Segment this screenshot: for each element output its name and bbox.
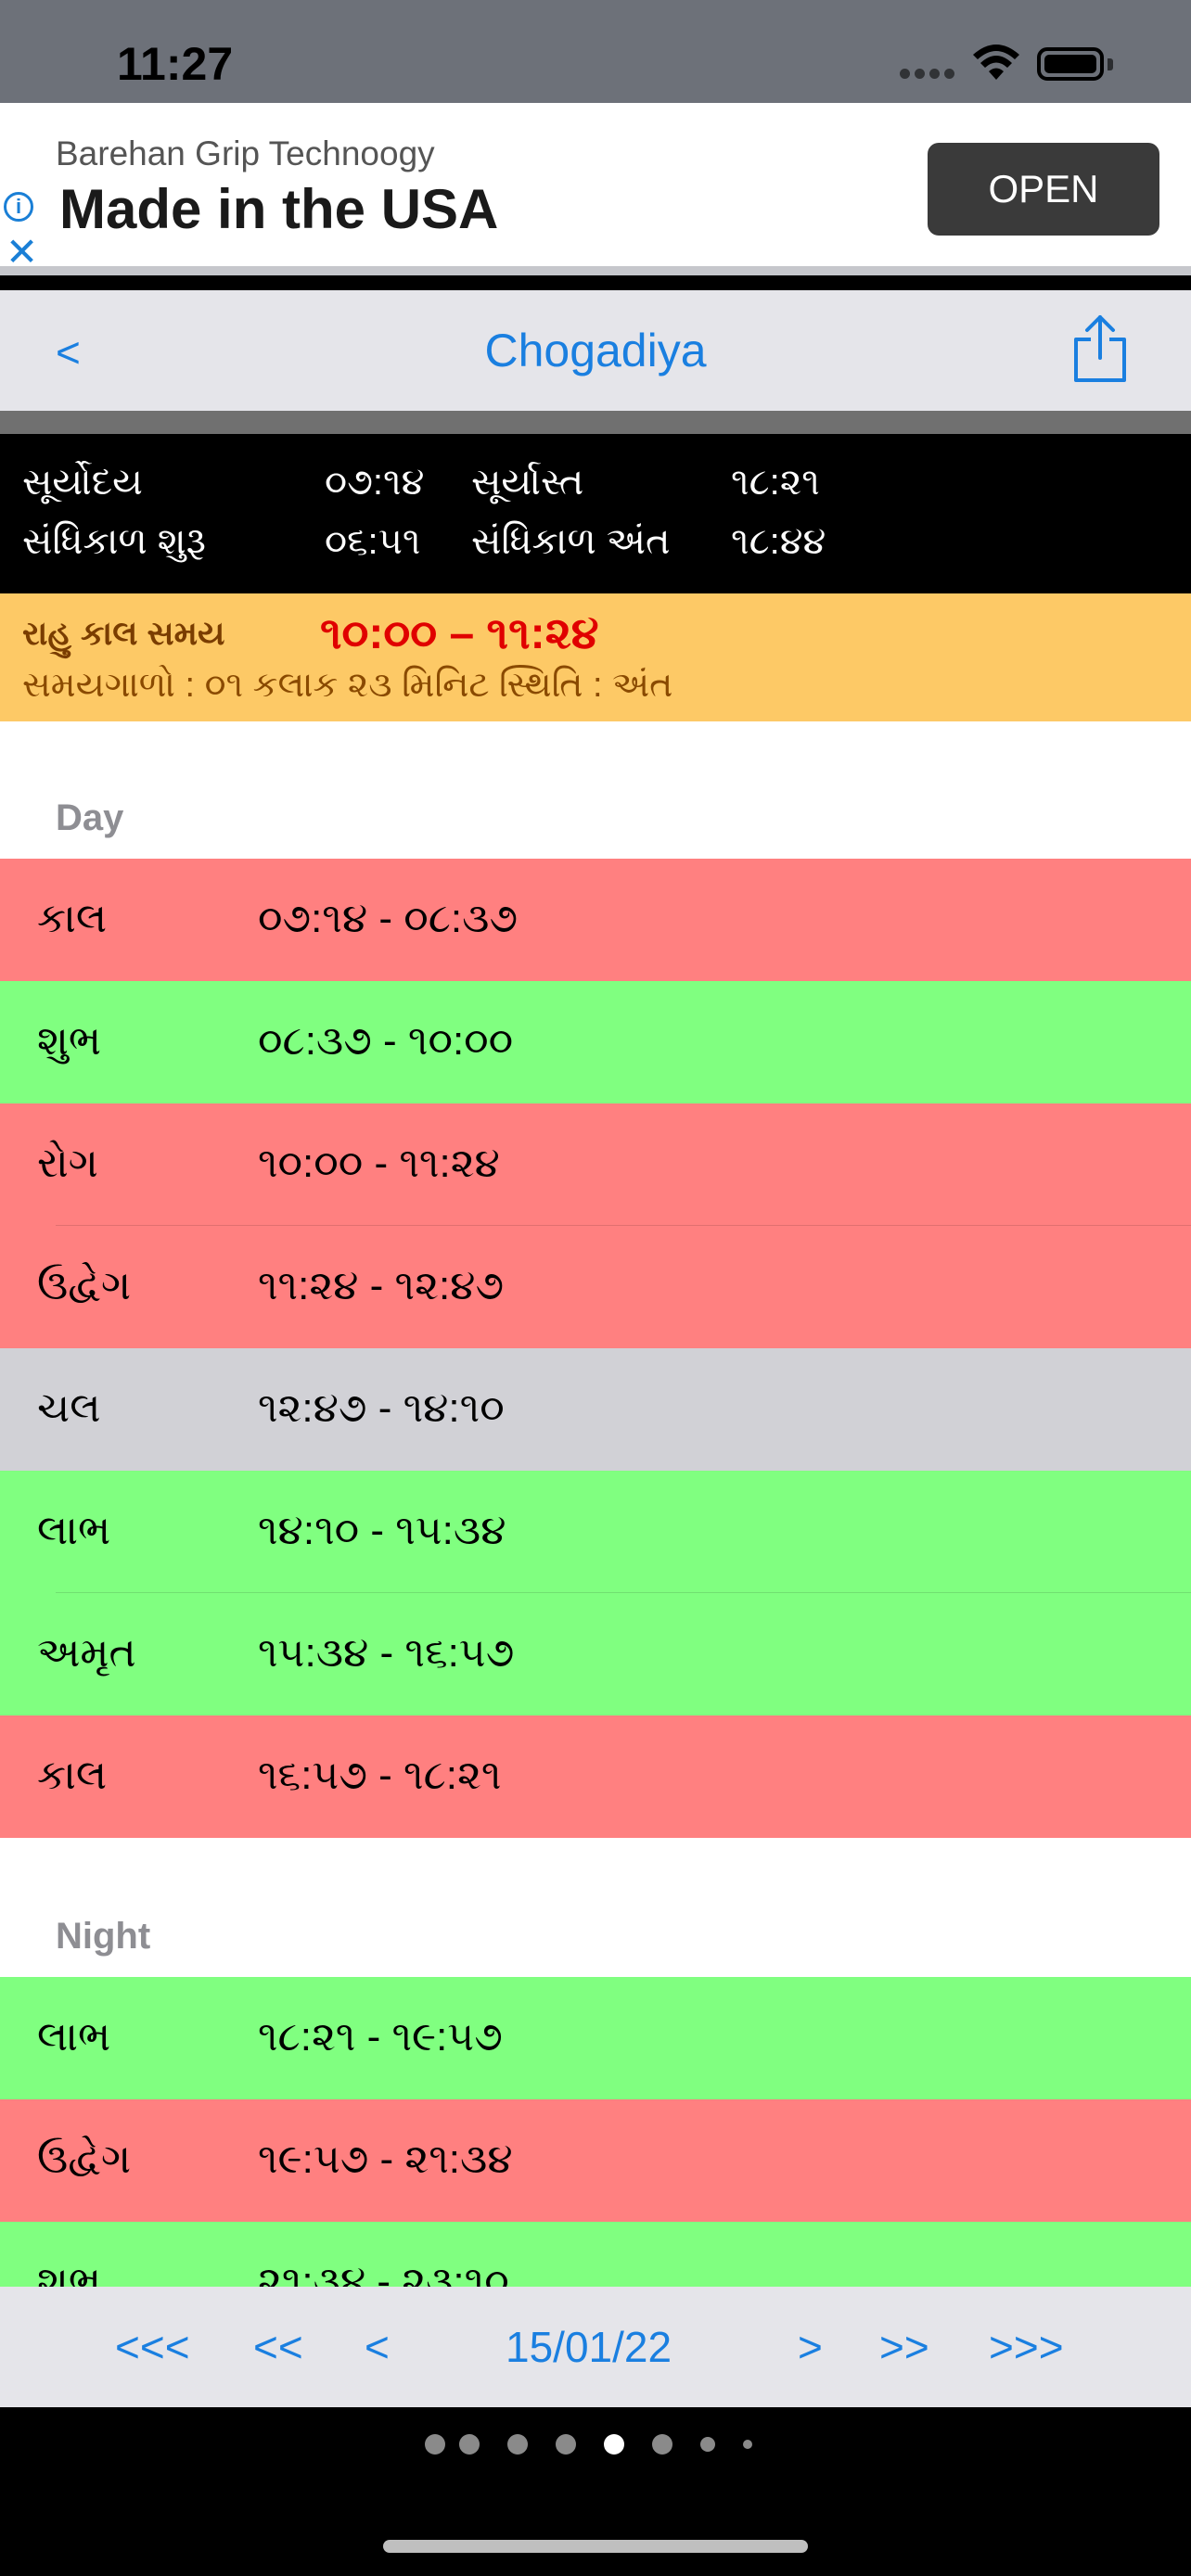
section-header-night: Night (56, 1916, 151, 1957)
date-button[interactable]: 15/01/22 (506, 2322, 672, 2372)
list-item[interactable]: લાભ ૧૪:૧૦ - ૧૫:૩૪ (0, 1471, 1191, 1593)
dusk-end-time: ૧૮:૪૪ (731, 521, 826, 562)
wifi-icon (972, 45, 1020, 86)
chogadiya-time-range: ૨૧:૩૪ - ૨૩:૧૦ (258, 2259, 509, 2287)
battery-tip (1108, 58, 1113, 70)
ad-subtitle: Barehan Grip Technoogy (56, 134, 435, 172)
section-header-day: Day (56, 797, 124, 838)
next-year-button[interactable]: >>> (989, 2322, 1064, 2372)
rahu-kaal-time: ૧૦:૦૦ – ૧૧:૨૪ (320, 609, 599, 658)
chogadiya-time-range: ૦૮:૩૭ - ૧૦:૦૦ (258, 1018, 514, 1064)
chogadiya-list[interactable]: Day કાલ ૦૭:૧૪ - ૦૮:૩૭ શુભ ૦૮:૩૭ - ૧૦:૦૦ … (0, 721, 1191, 2287)
chogadiya-name: કાલ (37, 896, 108, 941)
list-item[interactable]: અમૃત ૧૫:૩૪ - ૧૬:૫૭ (0, 1593, 1191, 1715)
separator-strip (0, 411, 1191, 434)
page-dot[interactable] (556, 2433, 576, 2455)
list-item[interactable]: શુભ ૨૧:૩૪ - ૨૩:૧૦ (0, 2222, 1191, 2287)
chogadiya-name: શુભ (37, 1018, 102, 1064)
page-title: Chogadiya (484, 325, 707, 376)
next-day-button[interactable]: > (798, 2322, 823, 2372)
rahu-kaal-banner: રાહુ કાલ સમય ૧૦:૦૦ – ૧૧:૨૪ સમયગાળો : ૦૧ … (0, 593, 1191, 721)
rahu-kaal-label: રાહુ કાલ સમય (22, 614, 225, 652)
share-icon[interactable] (1067, 312, 1133, 390)
list-item[interactable]: ચલ ૧૨:૪૭ - ૧૪:૧૦ (0, 1348, 1191, 1471)
cellular-signal-icon (900, 67, 959, 83)
chogadiya-name: ચલ (37, 1385, 101, 1431)
chogadiya-name: લાભ (37, 1508, 111, 1553)
page-dot[interactable] (652, 2433, 672, 2455)
date-navigation-toolbar: <<< << < 15/01/22 > >> >>> (0, 2287, 1191, 2407)
chogadiya-name: કાલ (37, 1753, 108, 1798)
chogadiya-time-range: ૦૭:૧૪ - ૦૮:૩૭ (258, 896, 519, 941)
chogadiya-time-range: ૧૮:૨૧ - ૧૯:૫૭ (258, 2014, 503, 2060)
battery-icon (1037, 47, 1104, 81)
sun-timings-panel: સૂર્યોદય ૦૭:૧૪ સૂર્યાસ્ત ૧૮:૨૧ સંધિકાળ શ… (0, 434, 1191, 590)
prev-year-button[interactable]: <<< (115, 2322, 190, 2372)
chogadiya-name: અમૃત (37, 1630, 136, 1676)
chogadiya-time-range: ૧૨:૪૭ - ૧૪:૧૦ (258, 1385, 505, 1431)
navigation-bar: Chogadiya < (0, 290, 1191, 411)
sunset-time: ૧૮:૨૧ (731, 462, 820, 503)
page-dot-active[interactable] (604, 2433, 624, 2455)
ad-info-icon[interactable]: i (4, 192, 33, 222)
chogadiya-time-range: ૧૦:૦૦ - ૧૧:૨૪ (258, 1141, 500, 1186)
page-dot[interactable] (743, 2439, 752, 2449)
page-indicator[interactable] (0, 2407, 1191, 2481)
home-indicator (383, 2540, 808, 2553)
ad-title: Made in the USA (59, 178, 499, 240)
dusk-start-time: ૦૬:૫૧ (325, 521, 421, 562)
chogadiya-name: ઉદ્વેગ (37, 2136, 132, 2182)
chogadiya-name: શુભ (37, 2259, 102, 2287)
chogadiya-time-range: ૧૧:૨૪ - ૧૨:૪૭ (258, 1263, 505, 1308)
list-item[interactable]: કાલ ૧૬:૫૭ - ૧૮:૨૧ (0, 1715, 1191, 1838)
page-dot[interactable] (507, 2433, 528, 2455)
list-item[interactable]: રોગ ૧૦:૦૦ - ૧૧:૨૪ (0, 1103, 1191, 1226)
chogadiya-time-range: ૧૪:૧૦ - ૧૫:૩૪ (258, 1508, 506, 1553)
sunrise-time: ૦૭:૧૪ (325, 462, 425, 503)
next-month-button[interactable]: >> (879, 2322, 929, 2372)
chogadiya-name: રોગ (37, 1141, 98, 1186)
page-dot[interactable] (425, 2433, 445, 2455)
prev-day-button[interactable]: < (365, 2322, 390, 2372)
page-dot[interactable] (459, 2433, 480, 2455)
ad-open-button[interactable]: OPEN (928, 143, 1159, 236)
list-item[interactable]: લાભ ૧૮:૨૧ - ૧૯:૫૭ (0, 1977, 1191, 2099)
status-time: 11:27 (117, 38, 234, 90)
chogadiya-name: ઉદ્વેગ (37, 1263, 132, 1308)
chogadiya-time-range: ૧૯:૫૭ - ૨૧:૩૪ (258, 2136, 513, 2182)
prev-month-button[interactable]: << (253, 2322, 303, 2372)
dusk-start-label: સંધિકાળ શુરૂ (22, 521, 206, 562)
chogadiya-time-range: ૧૬:૫૭ - ૧૮:૨૧ (258, 1753, 502, 1798)
list-item[interactable]: કાલ ૦૭:૧૪ - ૦૮:૩૭ (0, 859, 1191, 981)
sunrise-label: સૂર્યોદય (22, 462, 143, 503)
chogadiya-time-range: ૧૫:૩૪ - ૧૬:૫૭ (258, 1630, 515, 1676)
list-item[interactable]: ઉદ્વેગ ૧૯:૫૭ - ૨૧:૩૪ (0, 2099, 1191, 2222)
dusk-end-label: સંધિકાળ અંત (471, 521, 671, 562)
sunset-label: સૂર્યાસ્ત (471, 462, 584, 503)
page-dot[interactable] (700, 2436, 715, 2452)
ad-banner[interactable]: Barehan Grip Technoogy i Made in the USA… (0, 103, 1191, 275)
list-item[interactable]: શુભ ૦૮:૩૭ - ૧૦:૦૦ (0, 981, 1191, 1103)
ad-close-icon[interactable]: ✕ (6, 233, 38, 272)
rahu-kaal-detail: સમયગાળો : ૦૧ કલાક ૨૩ મિનિટ સ્થિતિ : અંત (22, 666, 673, 705)
list-item[interactable]: ઉદ્વેગ ૧૧:૨૪ - ૧૨:૪૭ (0, 1226, 1191, 1348)
chogadiya-name: લાભ (37, 2014, 111, 2060)
back-button[interactable]: < (56, 327, 81, 377)
